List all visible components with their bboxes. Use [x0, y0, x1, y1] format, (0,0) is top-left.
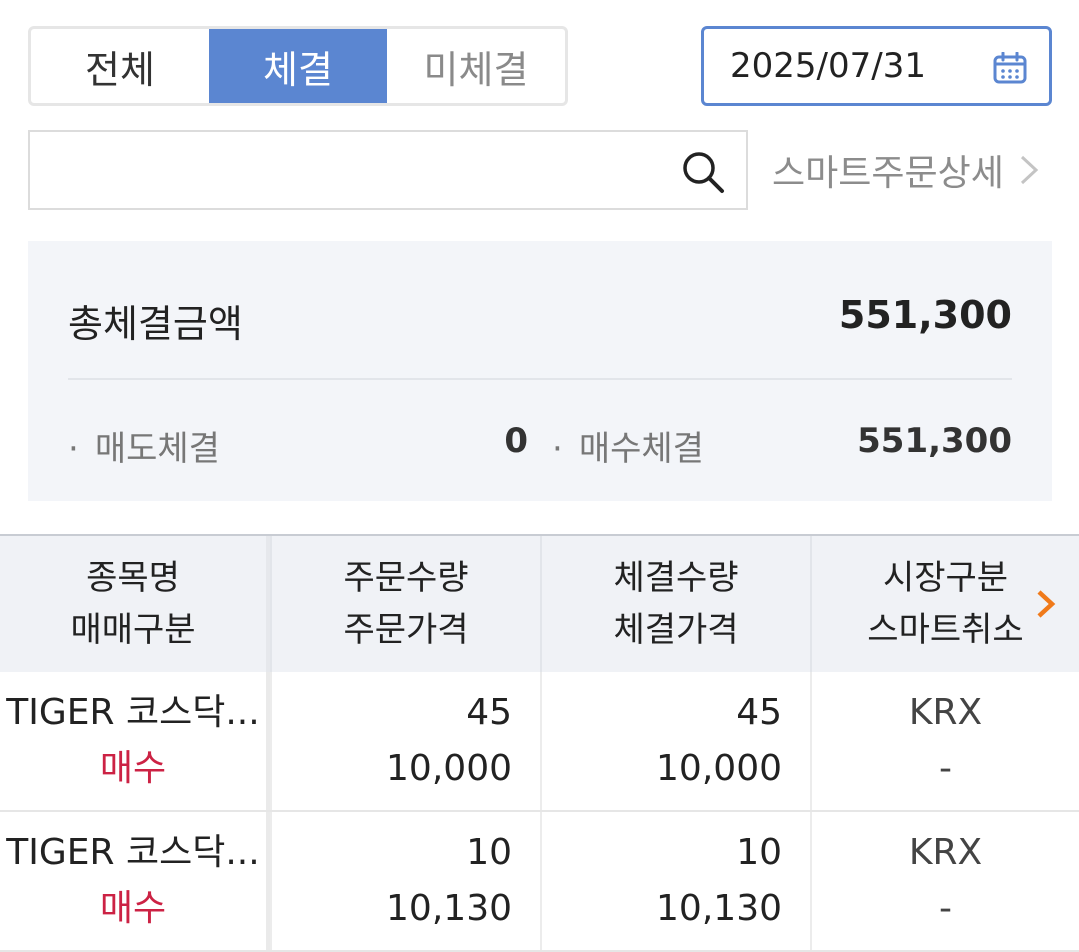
- tab-all[interactable]: 전체: [31, 29, 209, 103]
- sell-executed-value: 0: [504, 421, 528, 461]
- search-icon[interactable]: [680, 149, 726, 195]
- table-header: 종목명 매매구분 주문수량 주문가격 체결수량 체결가격 시장구분 스마트취소: [0, 534, 1079, 672]
- chevron-right-orange-icon[interactable]: [1035, 588, 1057, 620]
- smart-cancel: -: [939, 888, 952, 929]
- stock-name: TIGER 코스닥...: [6, 692, 260, 733]
- table-row[interactable]: TIGER 코스닥... 매수 45 10,000 45 10,000 KRX …: [0, 672, 1079, 812]
- summary-divider: [68, 378, 1012, 380]
- smart-order-detail-link[interactable]: 스마트주문상세: [772, 144, 1040, 196]
- tab-executed[interactable]: 체결: [209, 29, 387, 103]
- trade-side: 매수: [99, 748, 167, 789]
- header-exec-qty-price: 체결수량 체결가격: [540, 536, 810, 672]
- header-name-side: 종목명 매매구분: [0, 536, 270, 672]
- filter-tabs: 전체 체결 미체결: [28, 26, 568, 106]
- calendar-icon: [993, 52, 1027, 84]
- smart-cancel: -: [939, 748, 952, 789]
- search-box: [28, 130, 748, 210]
- search-input[interactable]: [30, 132, 670, 208]
- exec-qty: 45: [736, 692, 782, 733]
- header-market-smart-cancel: 시장구분 스마트취소: [810, 536, 1079, 672]
- chevron-right-icon: [1020, 155, 1039, 185]
- buy-executed-label: · 매수체결: [552, 429, 704, 469]
- execution-table: 종목명 매매구분 주문수량 주문가격 체결수량 체결가격 시장구분 스마트취소 TIGE…: [0, 534, 1079, 952]
- header-order-qty-price: 주문수량 주문가격: [270, 536, 540, 672]
- exec-price: 10,130: [656, 888, 782, 929]
- summary-title: 총체결금액: [68, 302, 243, 346]
- date-value: 2025/07/31: [730, 46, 926, 86]
- order-price: 10,130: [386, 888, 512, 929]
- sell-executed-label: · 매도체결: [68, 429, 220, 469]
- execution-summary: 총체결금액 551,300 · 매도체결 0 · 매수체결 551,300: [28, 241, 1052, 501]
- buy-executed-value: 551,300: [857, 421, 1012, 461]
- date-picker[interactable]: 2025/07/31: [701, 26, 1052, 106]
- exec-qty: 10: [736, 832, 782, 873]
- trade-side: 매수: [99, 888, 167, 929]
- order-price: 10,000: [386, 748, 512, 789]
- tab-unexecuted[interactable]: 미체결: [387, 29, 565, 103]
- market: KRX: [908, 692, 983, 733]
- stock-name: TIGER 코스닥...: [6, 832, 260, 873]
- order-qty: 45: [466, 692, 512, 733]
- smart-order-detail-label: 스마트주문상세: [772, 153, 1004, 194]
- market: KRX: [908, 832, 983, 873]
- exec-price: 10,000: [656, 748, 782, 789]
- order-qty: 10: [466, 832, 512, 873]
- summary-total: 551,300: [838, 293, 1012, 337]
- table-row[interactable]: TIGER 코스닥... 매수 10 10,130 10 10,130 KRX …: [0, 812, 1079, 952]
